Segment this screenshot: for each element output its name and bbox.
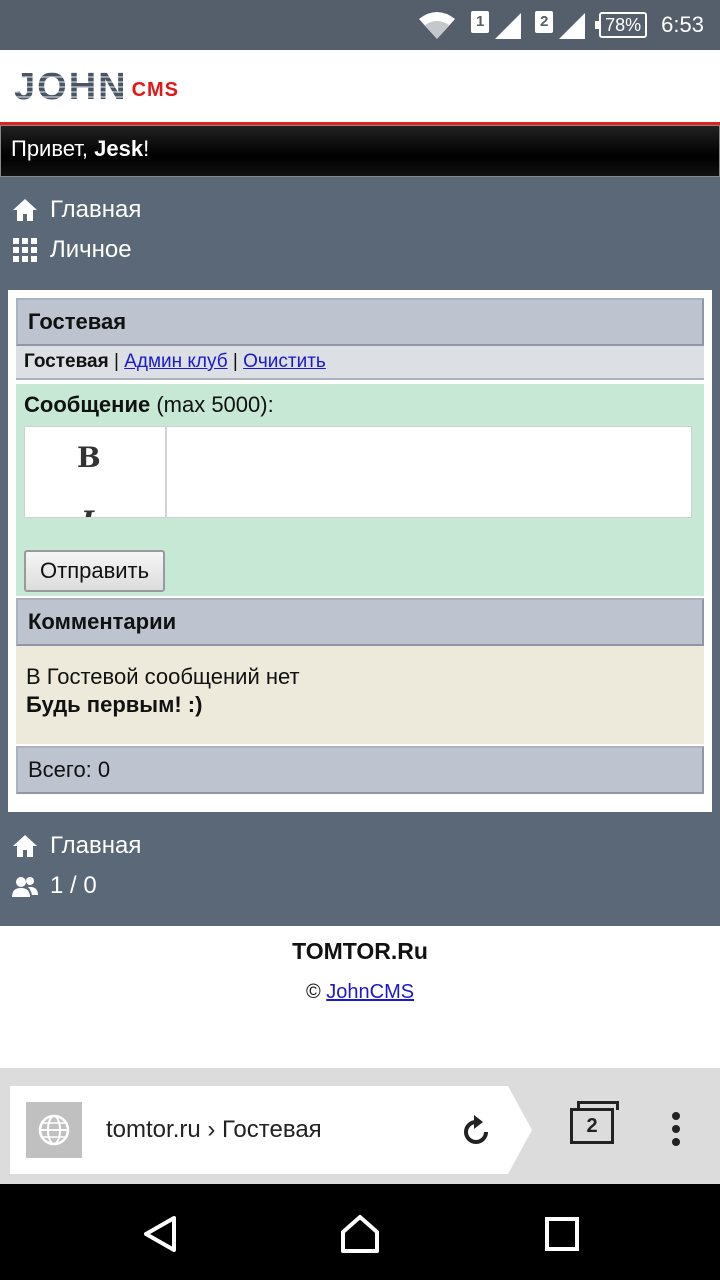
message-label-text: Сообщение [24, 392, 151, 417]
tabs-button[interactable]: 2 [570, 1101, 619, 1144]
tab-guestbook-current: Гостевая [24, 351, 109, 372]
sim-2-label: 2 [535, 11, 554, 33]
home-icon [13, 835, 37, 857]
nav-item-personal[interactable]: Личное [12, 230, 141, 270]
johncms-link[interactable]: JohnCMS [326, 981, 414, 1003]
sim-2-signal: 2 [535, 11, 586, 39]
tab-clear[interactable]: Очистить [243, 351, 326, 372]
top-nav: Главная Личное [12, 190, 141, 270]
system-nav-bar [0, 1184, 720, 1280]
message-textarea[interactable] [167, 427, 691, 517]
sim-1-label: 1 [471, 11, 490, 33]
message-limit: (max 5000): [150, 392, 274, 417]
battery-indicator: 78% [595, 12, 648, 38]
submit-button[interactable]: Отправить [24, 550, 166, 592]
greeting-suffix: ! [143, 136, 150, 161]
username: Jesk [94, 136, 144, 161]
home-icon [13, 199, 37, 221]
tab-separator: | [108, 351, 125, 372]
format-toolbar: B I [25, 427, 167, 517]
nav-item-label: Личное [50, 236, 132, 263]
home-button-icon[interactable] [340, 1214, 380, 1254]
message-label: Сообщение (max 5000): [24, 392, 696, 424]
italic-button[interactable]: I [81, 505, 94, 517]
tab-admin-club[interactable]: Админ клуб [124, 351, 227, 372]
message-form: Сообщение (max 5000): B I Отправить [16, 384, 704, 596]
guestbook-panel: Гостевая Гостевая | Админ клуб | Очистит… [8, 290, 712, 812]
online-count: 1 / 0 [50, 872, 97, 899]
footer-brand: TOMTOR.Ru [292, 938, 428, 964]
bottom-nav: Главная 1 / 0 [12, 826, 141, 906]
signal-icon [559, 13, 586, 39]
bold-button[interactable]: B [77, 441, 101, 474]
wifi-icon [419, 12, 456, 39]
johncms-logo[interactable]: JOHN CMS [14, 68, 179, 106]
logo-subtext: CMS [131, 79, 180, 101]
sim-1-signal: 1 [471, 11, 522, 39]
nav-item-home[interactable]: Главная [12, 190, 141, 230]
clock: 6:53 [661, 12, 704, 37]
greeting-bar: Привет, Jesk! [0, 125, 720, 177]
empty-text: В Гостевой сообщений нет [26, 664, 300, 689]
signal-icon [495, 13, 522, 39]
reload-icon[interactable] [460, 1112, 492, 1148]
comments-header: Комментарии [16, 598, 704, 646]
site-footer: TOMTOR.Ru © JohnCMS [0, 926, 720, 1068]
empty-call-to-action: Будь первым! :) [26, 692, 203, 717]
recents-icon[interactable] [542, 1214, 582, 1254]
nav-item-label: Главная [50, 196, 142, 223]
back-icon[interactable] [140, 1214, 180, 1254]
total-count: Всего: 0 [16, 746, 704, 794]
empty-message: В Гостевой сообщений нет Будь первым! :) [16, 646, 704, 746]
tab-separator: | [227, 351, 244, 372]
url-text: tomtor.ru › Гостевая [106, 1116, 322, 1143]
guestbook-tabs: Гостевая | Админ клуб | Очистить [16, 346, 704, 380]
browser-toolbar: tomtor.ru › Гостевая 2 [0, 1068, 720, 1184]
footer-copyright: © JohnCMS [0, 981, 720, 1004]
page-title: Гостевая [16, 298, 704, 346]
status-bar: 1 2 78% 6:53 [0, 0, 720, 50]
nav-item-online[interactable]: 1 / 0 [12, 866, 141, 906]
users-icon [12, 877, 38, 897]
message-editor: B I [24, 426, 692, 518]
nav-item-label: Главная [50, 832, 142, 859]
address-bar[interactable]: tomtor.ru › Гостевая [10, 1086, 532, 1174]
site-info[interactable] [26, 1102, 82, 1158]
kebab-menu-icon[interactable] [668, 1112, 684, 1152]
grid-icon [13, 238, 37, 262]
copyright-symbol: © [305, 981, 321, 1003]
site-header: JOHN CMS [0, 50, 720, 122]
logo-text: JOHN [14, 66, 128, 108]
globe-icon [38, 1114, 70, 1146]
greeting-prefix: Привет, [11, 136, 95, 161]
nav-item-home-bottom[interactable]: Главная [12, 826, 141, 866]
